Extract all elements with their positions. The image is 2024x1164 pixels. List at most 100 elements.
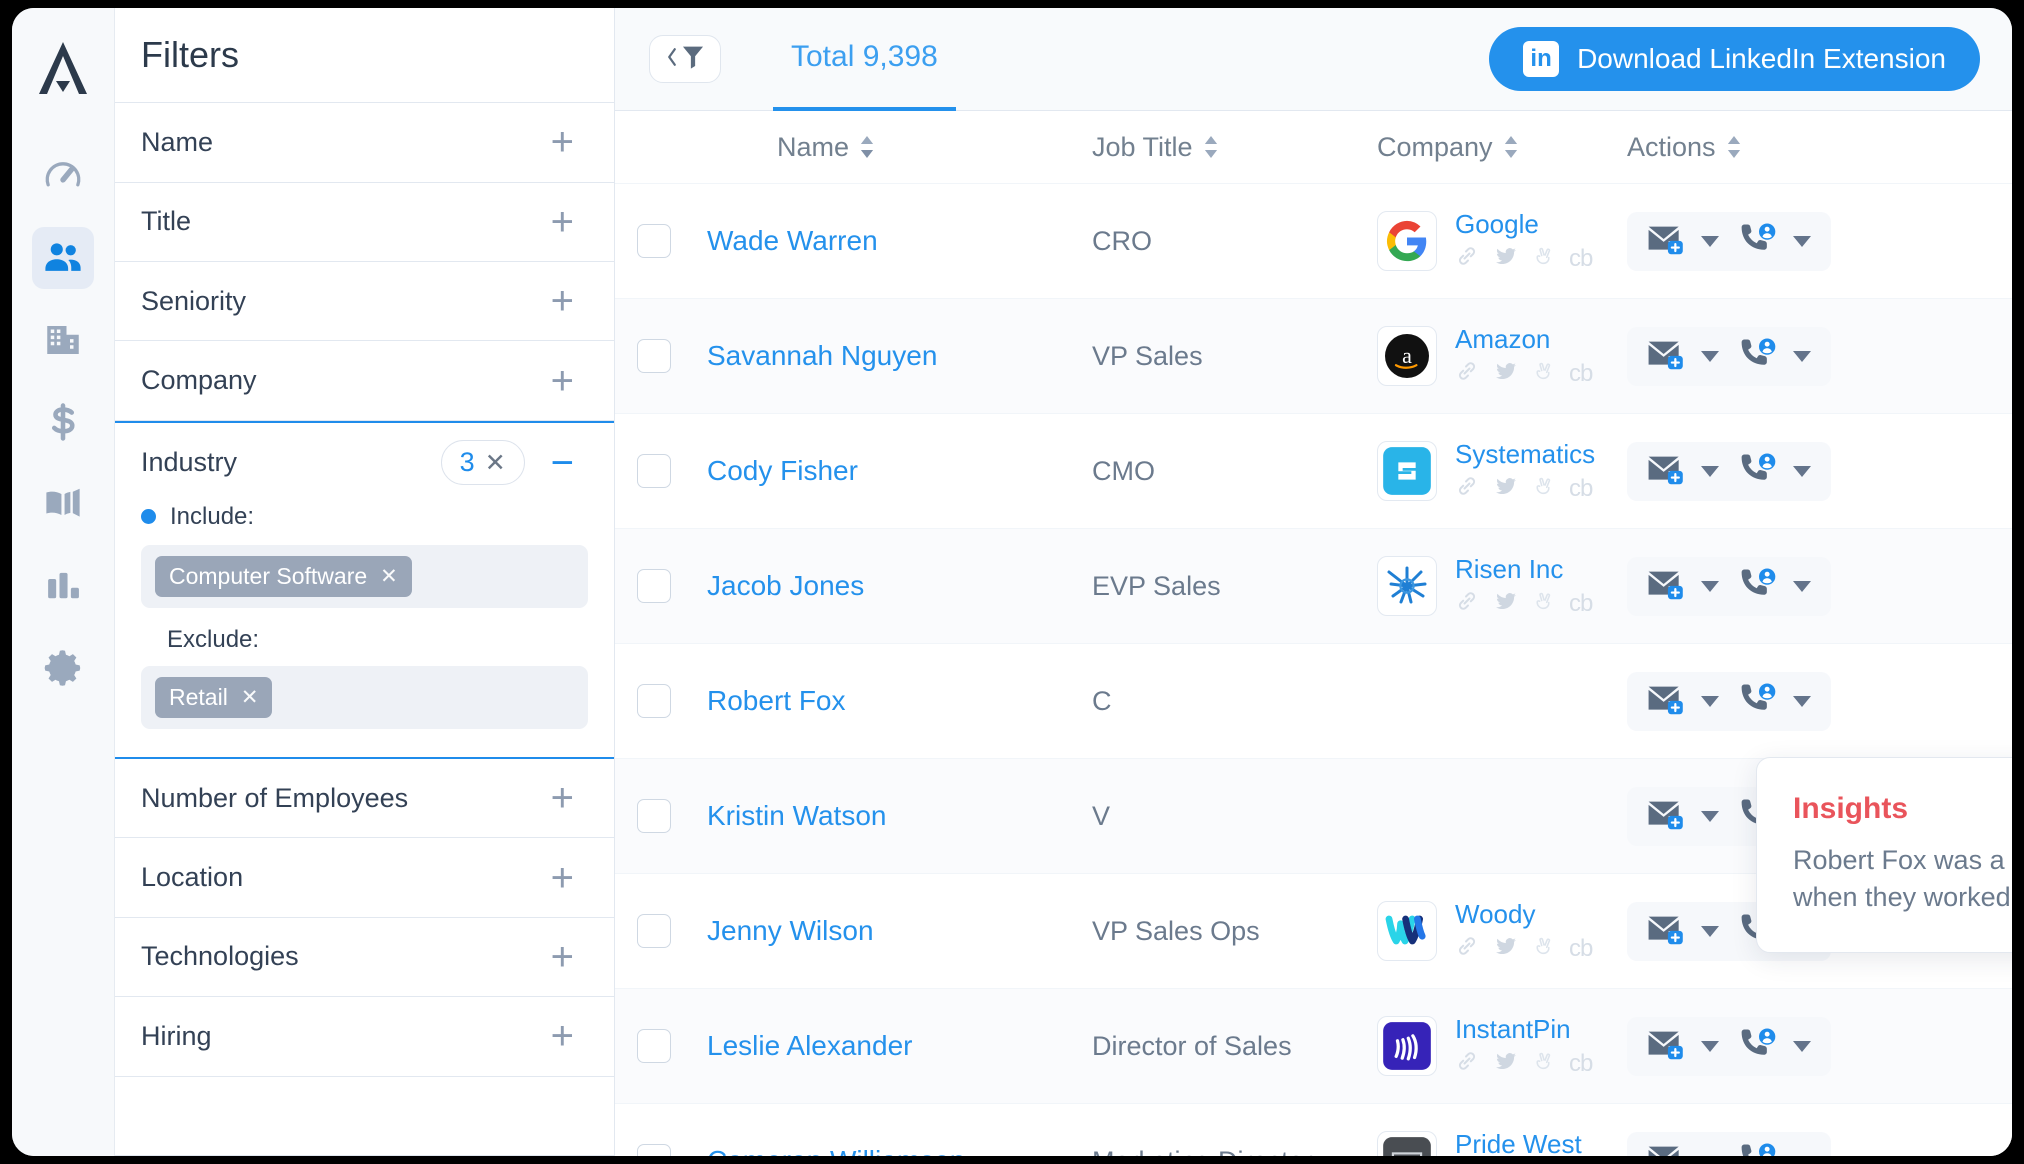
collapse-filters-button[interactable]	[649, 35, 721, 83]
add-email-button[interactable]	[1647, 913, 1719, 950]
contact-name-link[interactable]: Savannah Nguyen	[707, 340, 937, 372]
add-email-button[interactable]	[1647, 568, 1719, 605]
download-linkedin-extension-button[interactable]: in Download LinkedIn Extension	[1489, 27, 1980, 91]
plus-icon[interactable]: +	[551, 1016, 574, 1056]
table-row[interactable]: Wade Warren CRO Google cb	[615, 183, 2012, 298]
angellist-icon[interactable]	[1533, 359, 1555, 388]
row-checkbox[interactable]	[637, 339, 671, 373]
link-icon[interactable]	[1455, 244, 1479, 273]
close-icon[interactable]: ✕	[380, 564, 398, 589]
angellist-icon[interactable]	[1533, 589, 1555, 618]
call-contact-button[interactable]	[1737, 337, 1811, 376]
plus-icon[interactable]: +	[551, 858, 574, 898]
tag-computer-software[interactable]: Computer Software ✕	[155, 555, 412, 597]
plus-icon[interactable]: +	[551, 281, 574, 321]
sort-arrows-icon[interactable]	[1503, 136, 1519, 158]
sidebar-item-analytics[interactable]	[32, 555, 94, 617]
call-contact-button[interactable]	[1737, 222, 1811, 261]
filter-row-next[interactable]	[115, 1077, 614, 1156]
row-checkbox[interactable]	[637, 1144, 671, 1156]
contact-name-link[interactable]: Kristin Watson	[707, 800, 886, 832]
sidebar-item-dashboard[interactable]	[32, 145, 94, 207]
call-contact-button[interactable]	[1737, 1142, 1811, 1156]
table-row[interactable]: Leslie Alexander Director of Sales Instant…	[615, 988, 2012, 1103]
close-icon[interactable]: ✕	[241, 685, 259, 710]
company-name-link[interactable]: Amazon	[1455, 324, 1592, 355]
angellist-icon[interactable]	[1533, 1049, 1555, 1078]
twitter-icon[interactable]	[1493, 1049, 1519, 1078]
call-contact-button[interactable]	[1737, 452, 1811, 491]
contact-name-link[interactable]: Leslie Alexander	[707, 1030, 912, 1062]
angellist-icon[interactable]	[1533, 244, 1555, 273]
company-name-link[interactable]: InstantPin	[1455, 1014, 1592, 1045]
chevron-down-icon[interactable]	[1701, 235, 1719, 247]
crunchbase-icon[interactable]: cb	[1569, 360, 1593, 388]
twitter-icon[interactable]	[1493, 244, 1519, 273]
filter-row-name[interactable]: Name +	[115, 103, 614, 183]
add-email-button[interactable]	[1647, 683, 1719, 720]
sidebar-item-people[interactable]	[32, 227, 94, 289]
exclude-tag-well[interactable]: Retail ✕	[141, 665, 588, 729]
filter-row-industry[interactable]: Industry 3 ✕ −	[115, 423, 614, 503]
filter-row-company[interactable]: Company +	[115, 341, 614, 421]
sidebar-item-companies[interactable]	[32, 309, 94, 371]
filter-row-title[interactable]: Title +	[115, 183, 614, 262]
filter-row-technologies[interactable]: Technologies +	[115, 918, 614, 998]
link-icon[interactable]	[1455, 1049, 1479, 1078]
chevron-down-icon[interactable]	[1701, 810, 1719, 822]
table-row[interactable]: Cameron Williamson Marketing DirectorPW Pr…	[615, 1103, 2012, 1156]
app-logo[interactable]	[35, 38, 91, 103]
column-header-job-title[interactable]: Job Title	[1092, 132, 1377, 163]
filter-row-hiring[interactable]: Hiring +	[115, 997, 614, 1077]
sidebar-item-playbook[interactable]	[32, 473, 94, 535]
chevron-down-icon[interactable]	[1701, 350, 1719, 362]
link-icon[interactable]	[1455, 934, 1479, 963]
contact-name-link[interactable]: Wade Warren	[707, 225, 878, 257]
plus-icon[interactable]: +	[551, 202, 574, 242]
company-name-link[interactable]: Systematics	[1455, 439, 1595, 470]
row-checkbox[interactable]	[637, 224, 671, 258]
row-checkbox[interactable]	[637, 799, 671, 833]
add-email-button[interactable]	[1647, 1028, 1719, 1065]
company-name-link[interactable]: Pride West	[1455, 1129, 1592, 1156]
table-row[interactable]: Savannah Nguyen VP Sales a Amazon cb	[615, 298, 2012, 413]
table-row[interactable]: Jacob Jones EVP Sales Risen Inc cb	[615, 528, 2012, 643]
plus-icon[interactable]: +	[551, 361, 574, 401]
sort-arrows-icon[interactable]	[859, 136, 875, 158]
add-email-button[interactable]	[1647, 338, 1719, 375]
plus-icon[interactable]: +	[551, 122, 574, 162]
chevron-down-icon[interactable]	[1793, 235, 1811, 247]
call-contact-button[interactable]	[1737, 567, 1811, 606]
table-row[interactable]: Cody Fisher CMO Systematics cb	[615, 413, 2012, 528]
twitter-icon[interactable]	[1493, 934, 1519, 963]
call-contact-button[interactable]	[1737, 682, 1811, 721]
table-row[interactable]: Robert Fox C	[615, 643, 2012, 758]
plus-icon[interactable]: +	[551, 778, 574, 818]
link-icon[interactable]	[1455, 359, 1479, 388]
column-header-name[interactable]: Name	[637, 132, 1092, 163]
angellist-icon[interactable]	[1533, 474, 1555, 503]
link-icon[interactable]	[1455, 589, 1479, 618]
twitter-icon[interactable]	[1493, 474, 1519, 503]
contact-name-link[interactable]: Jenny Wilson	[707, 915, 874, 947]
chevron-down-icon[interactable]	[1793, 695, 1811, 707]
sort-arrows-icon[interactable]	[1726, 136, 1742, 158]
chevron-down-icon[interactable]	[1701, 1040, 1719, 1052]
column-header-company[interactable]: Company	[1377, 132, 1627, 163]
company-name-link[interactable]: Google	[1455, 209, 1592, 240]
column-header-actions[interactable]: Actions	[1627, 132, 2012, 163]
company-name-link[interactable]: Risen Inc	[1455, 554, 1592, 585]
filter-row-seniority[interactable]: Seniority +	[115, 262, 614, 342]
crunchbase-icon[interactable]: cb	[1569, 935, 1593, 963]
link-icon[interactable]	[1455, 474, 1479, 503]
tag-retail[interactable]: Retail ✕	[155, 676, 273, 718]
chevron-down-icon[interactable]	[1793, 465, 1811, 477]
chevron-down-icon[interactable]	[1793, 1040, 1811, 1052]
chevron-down-icon[interactable]	[1701, 1155, 1719, 1156]
call-contact-button[interactable]	[1737, 1027, 1811, 1066]
industry-count-badge[interactable]: 3 ✕	[440, 440, 525, 486]
add-email-button[interactable]	[1647, 1143, 1719, 1156]
crunchbase-icon[interactable]: cb	[1569, 245, 1593, 273]
sidebar-item-revenue[interactable]	[32, 391, 94, 453]
row-checkbox[interactable]	[637, 569, 671, 603]
